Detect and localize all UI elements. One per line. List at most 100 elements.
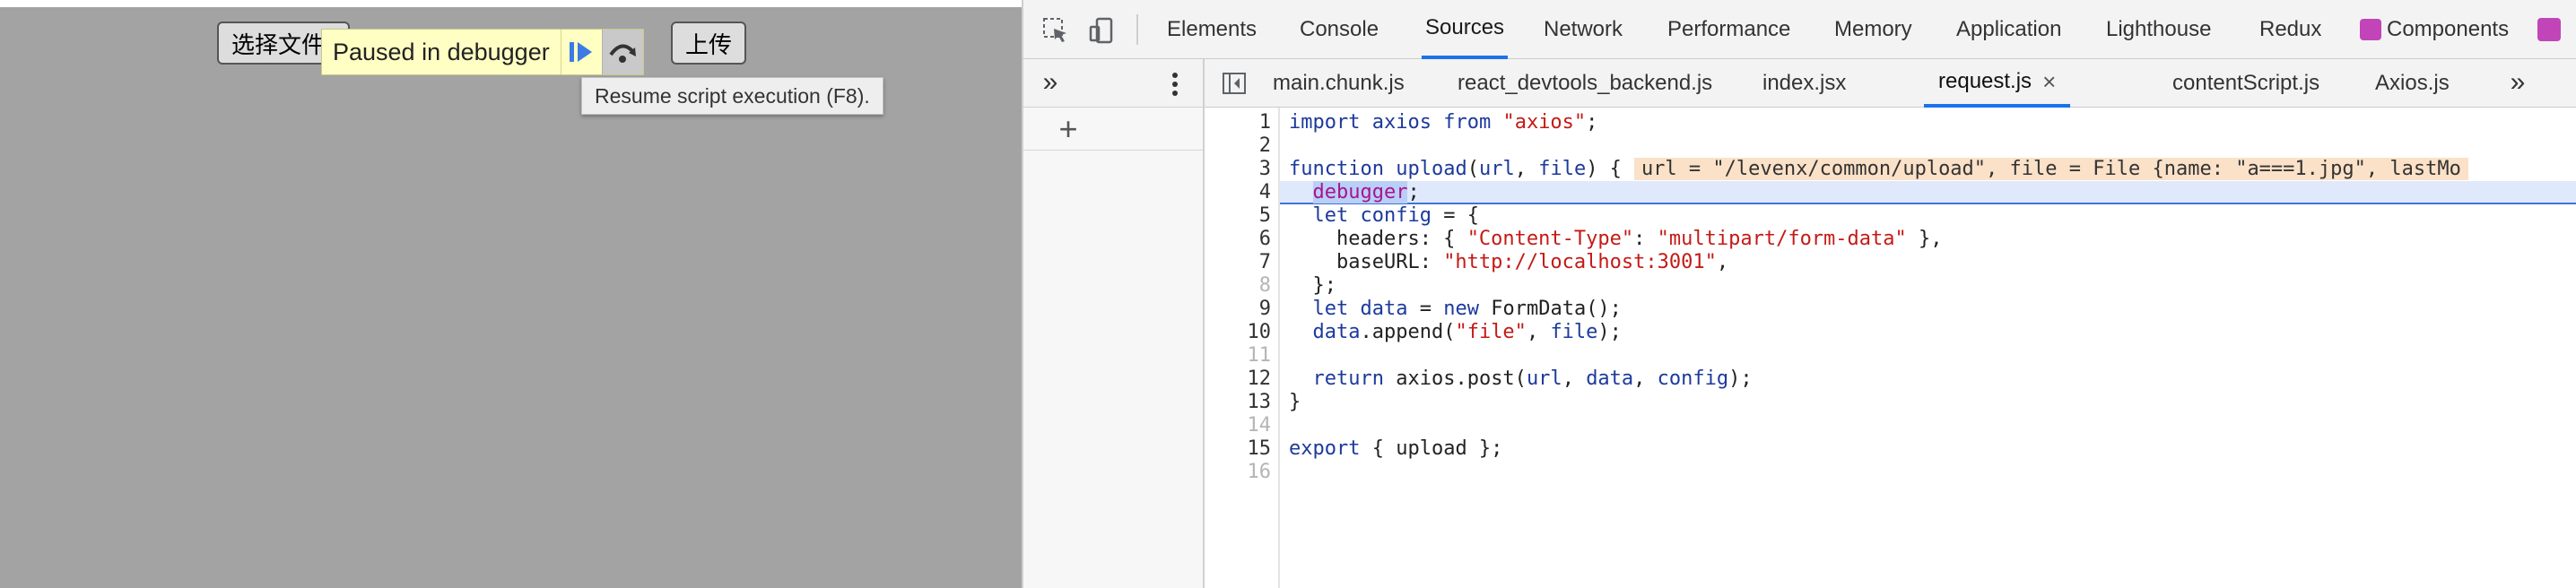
code-line: let data = new FormData(); <box>1280 298 2576 321</box>
code-token: import <box>1289 111 1361 134</box>
code-token: ; <box>1586 111 1598 134</box>
tab-label: Performance <box>1667 17 1791 41</box>
add-folder-icon[interactable]: + <box>1050 110 1086 147</box>
resume-button[interactable] <box>560 30 602 74</box>
code-token: { upload }; <box>1360 437 1503 460</box>
more-panels-icon[interactable] <box>2537 0 2573 59</box>
step-over-icon <box>609 44 637 63</box>
line-number[interactable]: 8 <box>1208 274 1271 298</box>
code-token: let <box>1312 298 1349 320</box>
line-number[interactable]: 4 <box>1208 181 1271 204</box>
file-tab[interactable]: react_devtools_backend.js <box>1458 59 1712 108</box>
tab-label: Network <box>1544 17 1623 41</box>
tab-lighthouse[interactable]: Lighthouse <box>2106 0 2211 59</box>
code-token: axios.post( <box>1383 368 1527 390</box>
line-number[interactable]: 3 <box>1208 158 1271 181</box>
line-number[interactable]: 2 <box>1208 134 1271 158</box>
line-number[interactable]: 7 <box>1208 251 1271 274</box>
tab-label: Console <box>1300 17 1379 41</box>
tab-memory[interactable]: Memory <box>1834 0 1912 59</box>
code-token: .append( <box>1360 321 1456 343</box>
code-token: }; <box>1289 274 1336 297</box>
tab-separator <box>1136 14 1138 45</box>
file-tab-label: index.jsx <box>1762 71 1847 95</box>
line-number[interactable]: 10 <box>1208 321 1272 344</box>
line-number[interactable]: 15 <box>1208 437 1272 461</box>
tab-console[interactable]: Console <box>1300 0 1379 59</box>
code-token: = { <box>1431 204 1479 227</box>
code-token: data <box>1312 321 1361 343</box>
page-viewport: 选择文件 Paused in debugger 上传 Resume script… <box>0 0 1022 588</box>
line-number[interactable]: 6 <box>1208 228 1271 251</box>
device-toolbar-icon[interactable] <box>1084 13 1120 48</box>
tab-components[interactable]: Components <box>2360 0 2509 59</box>
tab-application[interactable]: Application <box>1956 0 2061 59</box>
code-token: ); <box>1728 368 1753 390</box>
tab-network[interactable]: Network <box>1544 0 1623 59</box>
code-token: url <box>1478 158 1515 180</box>
code-token: baseURL: <box>1289 251 1444 273</box>
file-tab[interactable]: index.jsx <box>1762 59 1846 108</box>
code-line: return axios.post(url, data, config); <box>1280 368 2576 391</box>
file-tab[interactable]: Axios.js <box>2375 59 2450 108</box>
code-token: , <box>1562 368 1587 390</box>
code-token: let <box>1312 204 1349 227</box>
line-number[interactable]: 14 <box>1208 414 1272 437</box>
devtools-panel: Elements Console Sources Network Perform… <box>1022 0 2576 588</box>
choose-file-label: 选择文件 <box>231 30 326 58</box>
code-token: from <box>1443 111 1492 134</box>
code-token: , <box>1716 251 1729 273</box>
tab-label: Components <box>2387 17 2510 41</box>
line-number[interactable]: 13 <box>1208 391 1272 414</box>
file-tab[interactable]: contentScript.js <box>2172 59 2319 108</box>
devtools-main-tabbar: Elements Console Sources Network Perform… <box>1023 0 2576 59</box>
code-token: , <box>1526 321 1551 343</box>
file-tab[interactable]: main.chunk.js <box>1273 59 1405 108</box>
more-options-icon[interactable] <box>1162 66 1188 102</box>
more-file-tabs-icon[interactable]: » <box>2500 65 2536 100</box>
inspect-element-icon[interactable] <box>1038 13 1074 48</box>
tab-label: Elements <box>1167 17 1258 41</box>
code-token: data <box>1360 298 1408 320</box>
code-line: } <box>1280 391 2576 414</box>
line-number[interactable]: 12 <box>1208 368 1272 391</box>
code-token: config <box>1657 368 1729 390</box>
code-line: }; <box>1280 274 2576 298</box>
file-tab-label: react_devtools_backend.js <box>1458 71 1713 95</box>
code-token: "http://localhost:3001" <box>1443 251 1717 273</box>
tab-performance[interactable]: Performance <box>1667 0 1790 59</box>
code-token: upload <box>1396 158 1467 180</box>
tab-elements[interactable]: Elements <box>1167 0 1257 59</box>
tab-redux[interactable]: Redux <box>2259 0 2321 59</box>
line-number-gutter[interactable]: 1 2 3 4 5 6 7 8 9 10 11 12 13 14 15 16 <box>1205 108 1280 588</box>
upload-button[interactable]: 上传 <box>671 22 746 65</box>
upload-label: 上传 <box>685 30 733 58</box>
close-tab-icon[interactable]: × <box>2042 68 2056 96</box>
more-tabs-chevron-icon[interactable]: » <box>1032 65 1068 100</box>
code-line: headers: { "Content-Type": "multipart/fo… <box>1280 228 2576 251</box>
line-number[interactable]: 16 <box>1208 461 1272 484</box>
resume-tooltip: Resume script execution (F8). <box>581 77 883 115</box>
code-token: export <box>1289 437 1361 460</box>
file-tab-active[interactable]: request.js × <box>1924 59 2071 108</box>
line-number[interactable]: 1 <box>1208 111 1271 134</box>
line-number[interactable]: 11 <box>1208 344 1272 368</box>
toggle-navigator-icon[interactable] <box>1217 66 1251 100</box>
code-line: function upload(url, file) {url = "/leve… <box>1280 158 2576 181</box>
tab-label: Lighthouse <box>2106 17 2212 41</box>
tab-label: Sources <box>1425 15 1505 39</box>
tab-sources[interactable]: Sources <box>1422 0 1509 59</box>
step-over-button[interactable] <box>601 30 643 74</box>
line-number[interactable]: 5 <box>1208 204 1271 228</box>
code-content[interactable]: import axios from "axios"; function uploa… <box>1280 108 2576 588</box>
line-number[interactable]: 9 <box>1208 298 1271 321</box>
